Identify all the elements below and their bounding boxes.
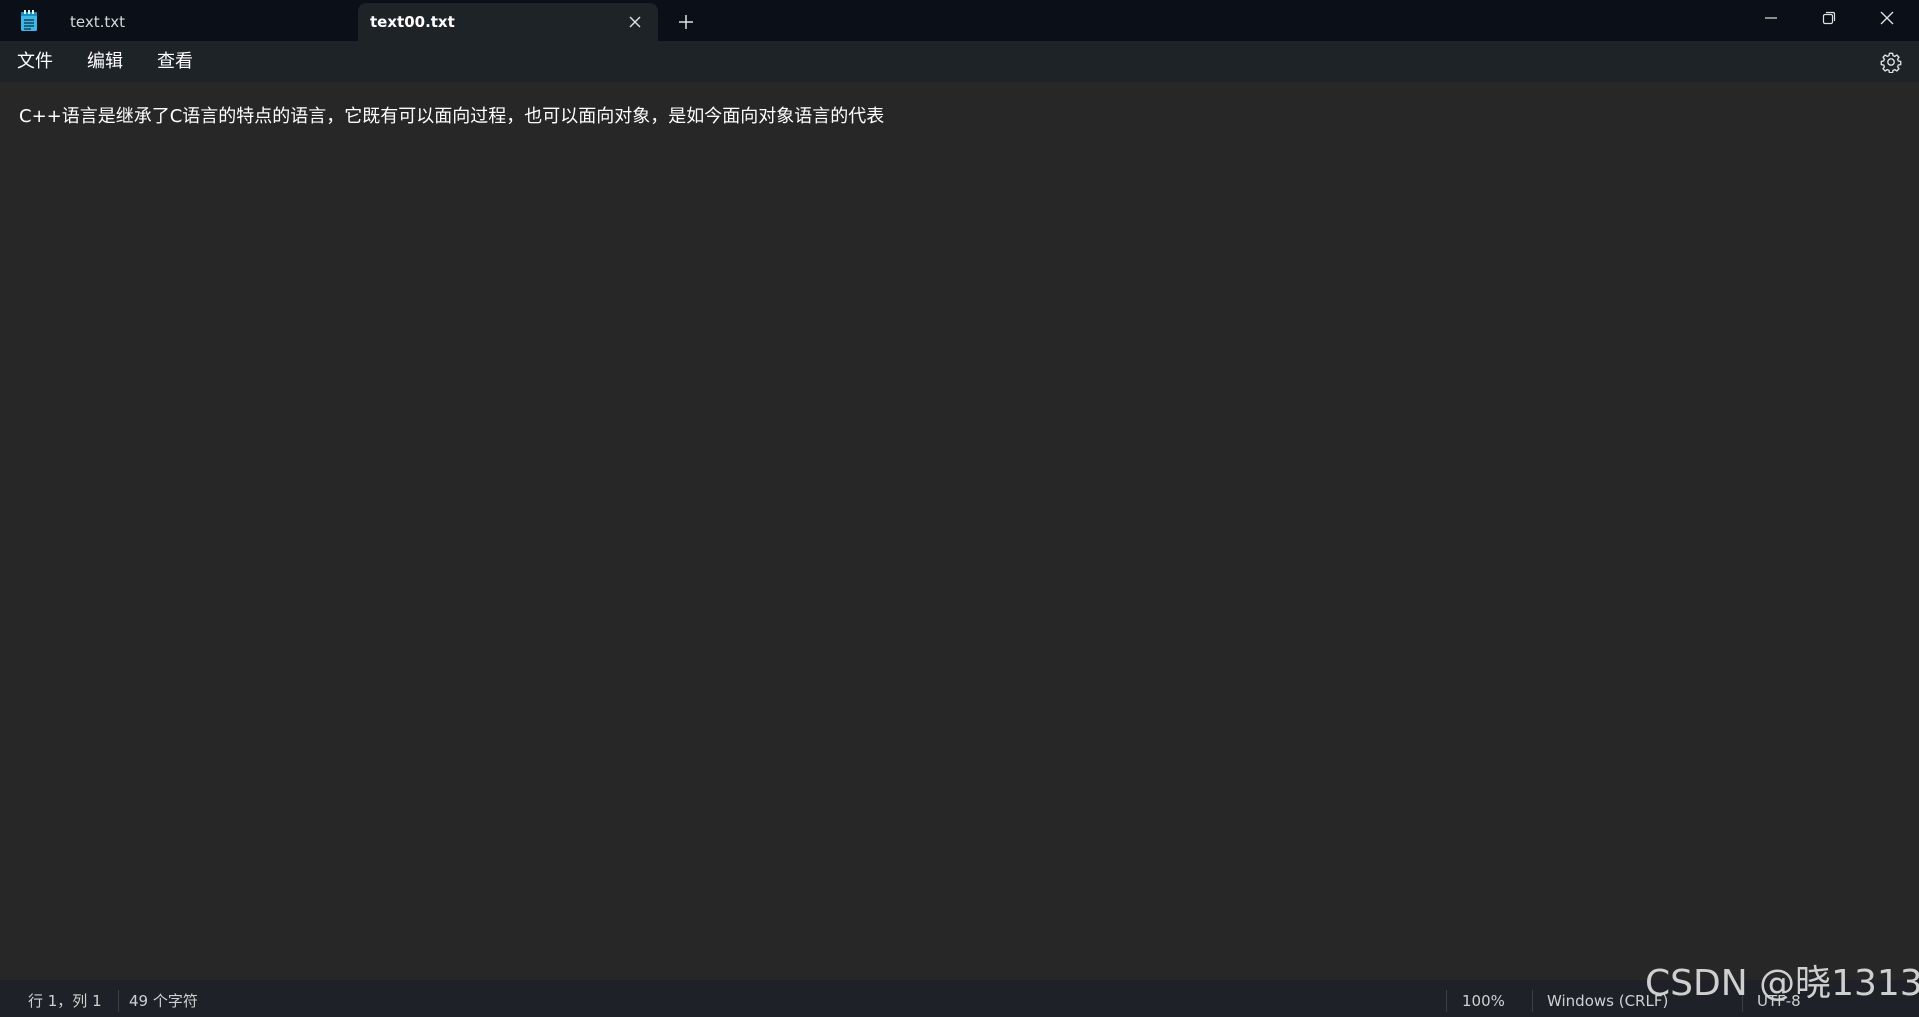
editor-content[interactable]: C++语言是继承了C语言的特点的语言，它既有可以面向过程，也可以面向对象，是如今… <box>19 102 884 128</box>
tab-text00-txt[interactable]: text00.txt <box>358 3 658 41</box>
char-count: 49 个字符 <box>129 992 198 1010</box>
menu-file[interactable]: 文件 <box>13 41 57 82</box>
cursor-position[interactable]: 行 1，列 1 <box>28 980 102 1017</box>
status-divider <box>1446 990 1447 1012</box>
notepad-icon <box>21 10 37 31</box>
plus-icon[interactable] <box>676 12 696 32</box>
minimize-button[interactable] <box>1742 0 1800 36</box>
title-bar: text.txt text00.txt <box>0 0 1919 41</box>
restore-icon <box>1822 11 1836 25</box>
status-divider <box>1532 990 1533 1012</box>
status-bar: 行 1，列 1 49 个字符 100% Windows (CRLF) UTF-8 <box>0 980 1919 1017</box>
notepad-window: text.txt text00.txt 文件 编辑 查看 C++语言是继承了C语… <box>0 0 1919 1017</box>
text-editor[interactable]: C++语言是继承了C语言的特点的语言，它既有可以面向过程，也可以面向对象，是如今… <box>0 82 1919 980</box>
close-window-button[interactable] <box>1858 0 1916 36</box>
tab-label: text00.txt <box>370 13 455 31</box>
menu-edit[interactable]: 编辑 <box>83 41 127 82</box>
tab-label: text.txt <box>70 13 126 31</box>
status-divider <box>118 990 119 1012</box>
gear-icon[interactable] <box>1880 51 1902 73</box>
watermark: CSDN @晓1313 <box>1645 963 1919 1004</box>
zoom-level[interactable]: 100% <box>1462 980 1505 1017</box>
minimize-icon <box>1765 17 1777 19</box>
tab-text-txt[interactable]: text.txt <box>55 3 353 41</box>
menu-view[interactable]: 查看 <box>153 41 197 82</box>
close-icon <box>1880 11 1894 25</box>
close-icon[interactable] <box>628 15 642 29</box>
restore-button[interactable] <box>1800 0 1858 36</box>
menu-bar: 文件 编辑 查看 <box>0 41 1919 82</box>
